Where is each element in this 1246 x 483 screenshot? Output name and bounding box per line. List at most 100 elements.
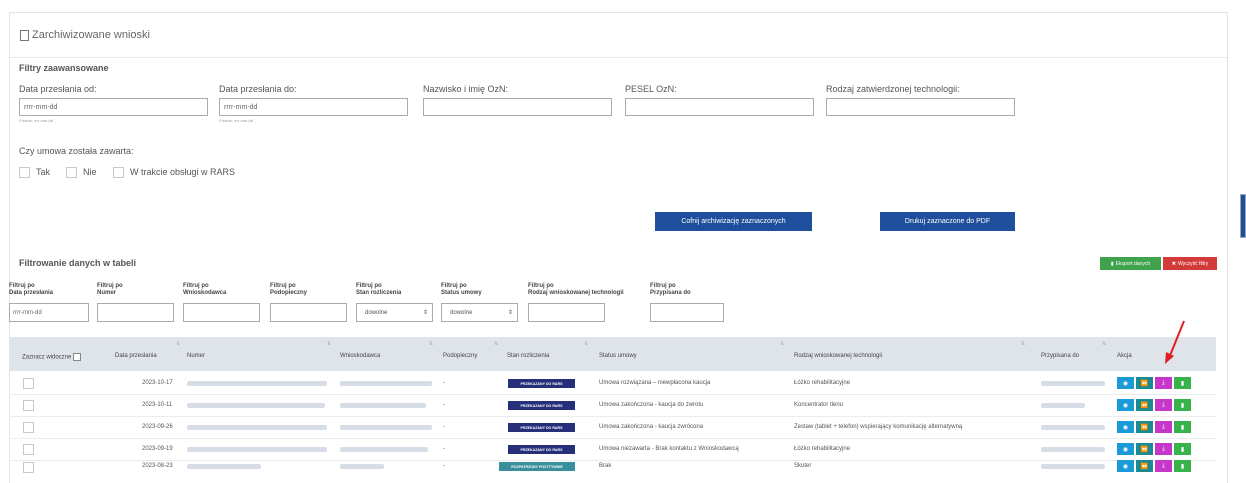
- filter-applicant-label: Filtruj po Wnioskodawca: [183, 283, 227, 296]
- eye-icon[interactable]: ◉: [1117, 377, 1134, 389]
- settlement-badge: ROZPATRZONY POZYTYWNIE: [499, 462, 575, 471]
- side-feedback-tab[interactable]: [1240, 194, 1246, 238]
- rewind-icon[interactable]: ⏪: [1136, 399, 1153, 411]
- sort-icon[interactable]: ⇅: [176, 341, 180, 347]
- rewind-icon[interactable]: ⏪: [1136, 377, 1153, 389]
- name-input[interactable]: [423, 98, 612, 116]
- row-number-redacted: [187, 464, 261, 469]
- select-all-checkbox[interactable]: [73, 353, 82, 361]
- contract-in-progress-checkbox[interactable]: [113, 167, 124, 178]
- row-number-redacted: [187, 403, 325, 408]
- th-applicant[interactable]: Wnioskodawca: [340, 353, 380, 359]
- th-technology[interactable]: Rodzaj wnioskowanej technologii: [794, 353, 882, 359]
- th-number[interactable]: Numer: [187, 353, 205, 359]
- sort-icon[interactable]: ⇅: [1102, 341, 1106, 347]
- sort-icon[interactable]: ⇅: [429, 341, 433, 347]
- filter-number-label: Filtruj po Numer: [97, 283, 123, 296]
- row-checkbox[interactable]: [23, 444, 34, 455]
- rewind-icon[interactable]: ⏪: [1136, 460, 1153, 472]
- filter-technology-input[interactable]: [528, 303, 605, 322]
- filter-ward-label: Filtruj po Podopieczny: [270, 283, 308, 296]
- sort-icon[interactable]: ⇅: [494, 341, 498, 347]
- row-assigned-redacted: [1041, 403, 1085, 408]
- row-date: 2023-10-17: [142, 380, 173, 386]
- row-contract-status: Umowa zakończona - kaucja do zwrotu: [599, 402, 704, 408]
- th-ward[interactable]: Podopieczny: [443, 353, 477, 359]
- row-applicant-redacted: [340, 425, 432, 430]
- panel-title: Zarchiwizowane wnioski: [32, 29, 150, 41]
- row-technology: Łóżko rehabilitacyjne: [794, 380, 851, 386]
- file-icon: ▮: [1110, 260, 1114, 267]
- row-assigned-redacted: [1041, 381, 1105, 386]
- row-applicant-redacted: [340, 464, 384, 469]
- sort-icon[interactable]: ⇅: [327, 341, 331, 347]
- filter-date-input[interactable]: rrrr-mm-dd: [9, 303, 89, 322]
- row-assigned-redacted: [1041, 425, 1105, 430]
- table-filters-title: Filtrowanie danych w tabeli: [19, 258, 137, 268]
- th-settlement[interactable]: Stan rozliczenia: [507, 353, 549, 359]
- row-contract-status: Umowa rozwiązana – niewpłacona kaucja: [599, 380, 711, 386]
- sort-icon[interactable]: ⇅: [780, 341, 784, 347]
- filter-applicant-input[interactable]: [183, 303, 260, 322]
- contract-yes-checkbox[interactable]: [19, 167, 30, 178]
- pesel-label: PESEL OzN:: [625, 84, 677, 94]
- eye-icon[interactable]: ◉: [1117, 399, 1134, 411]
- pesel-input[interactable]: [625, 98, 814, 116]
- date-from-input[interactable]: rrrr-mm-dd: [19, 98, 208, 116]
- th-assigned[interactable]: Przypisana do: [1041, 353, 1079, 359]
- table-row: 2023-09-26 - PRZEKAZANY DO RARS Umowa za…: [9, 417, 1216, 439]
- technology-label: Rodzaj zatwierdzonej technologii:: [826, 84, 960, 94]
- unarchive-button[interactable]: Cofnij archiwizację zaznaczonych: [655, 212, 812, 231]
- th-action: Akcja: [1117, 353, 1132, 359]
- filter-date-label: Filtruj po Data przesłania: [9, 283, 54, 296]
- row-checkbox[interactable]: [23, 378, 34, 389]
- row-checkbox[interactable]: [23, 422, 34, 433]
- print-pdf-button[interactable]: Drukuj zaznaczone do PDF: [880, 212, 1015, 231]
- th-date[interactable]: Data przesłania: [115, 353, 157, 359]
- filter-ward-input[interactable]: [270, 303, 347, 322]
- export-button[interactable]: ▮ Eksport danych: [1100, 257, 1161, 270]
- eye-icon[interactable]: ◉: [1117, 460, 1134, 472]
- document-icon[interactable]: ▮: [1174, 399, 1191, 411]
- row-contract-status: Umowa zakończona - kaucja zwrócona: [599, 424, 704, 430]
- eye-icon[interactable]: ◉: [1117, 443, 1134, 455]
- filter-contract-status-select[interactable]: dowolne ⇕: [441, 303, 518, 322]
- sort-icon[interactable]: ⇅: [1021, 341, 1025, 347]
- row-checkbox[interactable]: [23, 400, 34, 411]
- document-icon[interactable]: ▮: [1174, 460, 1191, 472]
- row-technology: Skuter: [794, 463, 812, 469]
- clear-filters-button[interactable]: ✖ Wyczyść filtry: [1163, 257, 1217, 270]
- sort-icon[interactable]: ⇅: [584, 341, 588, 347]
- download-icon[interactable]: ⤓: [1155, 399, 1172, 411]
- filter-settlement-label: Filtruj po Stan rozliczenia: [356, 283, 402, 296]
- download-icon[interactable]: ⤓: [1155, 377, 1172, 389]
- date-to-label: Data przesłania do:: [219, 84, 297, 94]
- filter-settlement-select[interactable]: dowolne ⇕: [356, 303, 433, 322]
- row-date: 2023-10-11: [142, 402, 173, 408]
- row-checkbox[interactable]: [23, 462, 34, 473]
- contract-no-checkbox[interactable]: [66, 167, 77, 178]
- filter-assigned-input[interactable]: [650, 303, 724, 322]
- contract-question: Czy umowa została zawarta:: [19, 146, 134, 156]
- download-icon[interactable]: ⤓: [1155, 443, 1172, 455]
- rewind-icon[interactable]: ⏪: [1136, 421, 1153, 433]
- row-number-redacted: [187, 425, 327, 430]
- row-technology: Zestaw (tablet + telefon) wspierający ko…: [794, 424, 963, 430]
- technology-input[interactable]: [826, 98, 1015, 116]
- settlement-badge: PRZEKAZANY DO RARS: [508, 401, 575, 410]
- row-applicant-redacted: [340, 447, 428, 452]
- filter-number-input[interactable]: [97, 303, 174, 322]
- date-to-input[interactable]: rrrr-mm-dd: [219, 98, 408, 116]
- th-contract-status[interactable]: Status umowy: [599, 353, 637, 359]
- document-icon[interactable]: ▮: [1174, 377, 1191, 389]
- advanced-filters-title: Filtry zaawansowane: [19, 63, 109, 73]
- document-icon[interactable]: ▮: [1174, 421, 1191, 433]
- date-to-hint: Format: rrrr-mm-dd: [219, 118, 253, 123]
- eye-icon[interactable]: ◉: [1117, 421, 1134, 433]
- select-visible-header[interactable]: Zaznacz widoczne: [22, 353, 82, 361]
- document-icon[interactable]: ▮: [1174, 443, 1191, 455]
- download-icon[interactable]: ⤓: [1155, 421, 1172, 433]
- rewind-icon[interactable]: ⏪: [1136, 443, 1153, 455]
- download-icon[interactable]: ⤓: [1155, 460, 1172, 472]
- row-contract-status: Brak: [599, 463, 612, 469]
